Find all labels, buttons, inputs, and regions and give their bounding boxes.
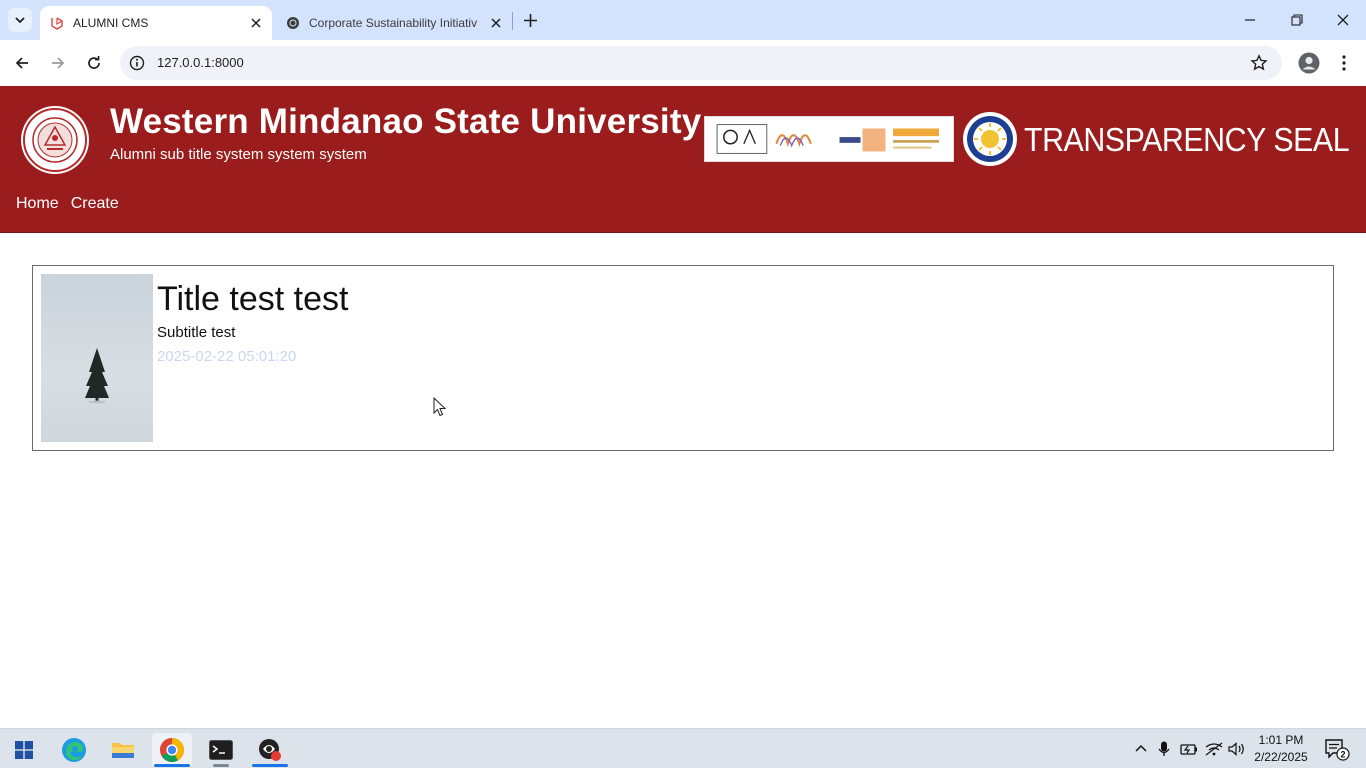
university-seal-logo (21, 106, 89, 174)
terminal-icon (209, 740, 233, 760)
browser-tab-bar: ALUMNI CMS Corporate Sustainability Init… (0, 0, 1366, 40)
minimize-icon (1245, 19, 1255, 21)
windows-taskbar: 1:01 PM 2/22/2025 2 (0, 728, 1366, 768)
arrow-right-icon (52, 57, 65, 69)
battery-button[interactable] (1180, 739, 1198, 759)
university-name: Western Mindanao State University (110, 102, 702, 141)
restore-button[interactable] (1285, 8, 1309, 32)
main-nav: Home Create (16, 195, 119, 213)
forward-button[interactable] (46, 51, 70, 75)
post-card[interactable]: Title test test Subtitle test 2025-02-22… (32, 265, 1334, 451)
close-icon (1337, 14, 1349, 26)
mouse-cursor-icon (433, 397, 447, 417)
accreditation-logos-strip (704, 116, 954, 162)
clock-time: 1:01 PM (1258, 733, 1304, 747)
reload-button[interactable] (82, 51, 106, 75)
nav-link-create[interactable]: Create (71, 195, 119, 213)
tab-corporate-sustainability[interactable]: Corporate Sustainability Initiativ (276, 6, 512, 40)
site-header: Western Mindanao State University Alumni… (0, 86, 1366, 233)
close-tab-icon[interactable] (246, 13, 266, 33)
speaker-icon (1228, 742, 1244, 756)
taskbar-clock[interactable]: 1:01 PM 2/22/2025 (1252, 732, 1310, 766)
transparency-seal-text[interactable]: TRANSPARENCY SEAL (1024, 121, 1350, 159)
close-tab-icon[interactable] (486, 13, 506, 33)
chrome-icon (160, 738, 184, 763)
browser-toolbar: 127.0.0.1:8000 (0, 40, 1366, 86)
start-button[interactable] (4, 733, 44, 767)
edge-icon (62, 738, 86, 762)
taskbar-edge[interactable] (54, 733, 94, 767)
show-hidden-icons-button[interactable] (1132, 739, 1150, 759)
nav-link-home[interactable]: Home (16, 195, 59, 213)
post-date: 2025-02-22 05:01:20 (157, 348, 297, 365)
new-tab-button[interactable] (520, 10, 540, 30)
clock-date: 2/22/2025 (1254, 750, 1308, 764)
bookmark-star-icon[interactable] (1250, 54, 1268, 72)
svg-text:2: 2 (1340, 750, 1345, 760)
battery-icon (1180, 744, 1197, 755)
tab-search-button[interactable] (8, 8, 32, 32)
active-app-indicator (154, 764, 190, 767)
close-window-button[interactable] (1331, 8, 1355, 32)
taskbar-app[interactable] (250, 733, 290, 767)
volume-button[interactable] (1228, 739, 1246, 759)
chevron-up-icon (1135, 744, 1147, 752)
back-button[interactable] (10, 51, 34, 75)
post-subtitle: Subtitle test (157, 324, 236, 341)
browser-menu-button[interactable] (1336, 52, 1352, 74)
laravel-favicon-icon (49, 15, 65, 31)
arrow-left-icon (15, 57, 28, 69)
microphone-icon (1158, 741, 1170, 756)
microphone-button[interactable] (1155, 739, 1173, 759)
network-button[interactable] (1205, 739, 1223, 759)
tab-alumni-cms[interactable]: ALUMNI CMS (40, 6, 272, 40)
open-app-indicator (252, 764, 288, 767)
url-text[interactable]: 127.0.0.1:8000 (157, 55, 244, 70)
tab-title: Corporate Sustainability Initiativ (309, 16, 478, 30)
wifi-icon (1205, 742, 1223, 756)
open-app-indicator (213, 764, 229, 767)
tab-separator (512, 12, 513, 30)
app-icon (259, 739, 281, 761)
site-subtitle: Alumni sub title system system system (110, 146, 367, 163)
chevron-down-icon (15, 17, 25, 24)
taskbar-terminal[interactable] (201, 733, 241, 767)
restore-icon (1291, 14, 1303, 26)
globe-favicon-icon (285, 15, 301, 31)
minimize-button[interactable] (1238, 8, 1262, 32)
post-title[interactable]: Title test test (157, 280, 348, 319)
more-vertical-icon (1342, 55, 1346, 71)
transparency-seal-icon (963, 112, 1017, 166)
tab-title: ALUMNI CMS (73, 16, 149, 30)
start-icon (15, 741, 33, 759)
address-bar[interactable]: 127.0.0.1:8000 (120, 46, 1282, 80)
taskbar-chrome[interactable] (152, 733, 192, 767)
site-info-icon[interactable] (129, 55, 145, 71)
profile-avatar-icon[interactable] (1298, 52, 1320, 74)
taskbar-file-explorer[interactable] (103, 733, 143, 767)
reload-icon (88, 56, 100, 69)
plus-icon (523, 13, 537, 27)
notification-center-icon[interactable]: 2 (1320, 737, 1350, 761)
file-explorer-icon (112, 743, 134, 758)
post-thumbnail-image (41, 274, 153, 442)
